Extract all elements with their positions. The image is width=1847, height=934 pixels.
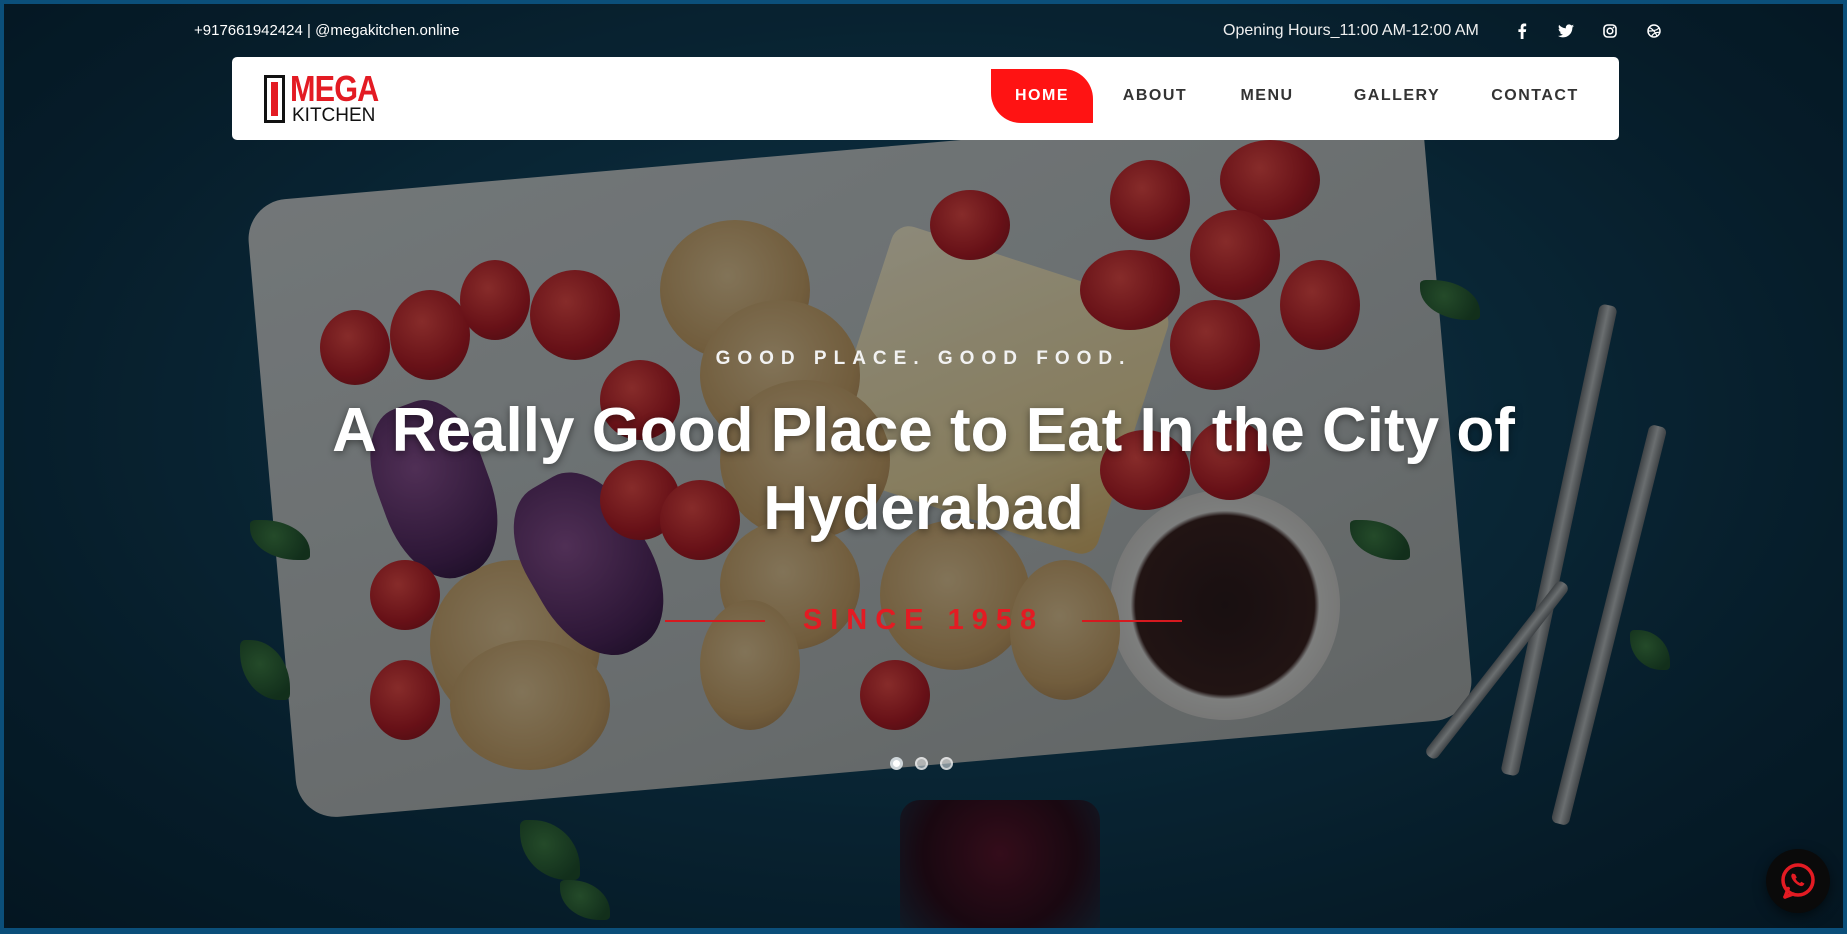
hero-eyebrow: GOOD PLACE. GOOD FOOD. [715, 348, 1132, 369]
slide-dot-3[interactable] [940, 757, 953, 770]
main-navbar: MEGA KITCHEN HOME ABOUT MENU GALLERY CON… [232, 57, 1619, 140]
logo-text-mega: MEGA [290, 68, 379, 109]
logo-mark-icon [264, 75, 285, 123]
nav-home[interactable]: HOME [991, 69, 1093, 123]
dribbble-icon[interactable] [1639, 20, 1669, 42]
nav-contact[interactable]: CONTACT [1475, 69, 1595, 123]
instagram-icon[interactable] [1595, 20, 1625, 42]
slider-pagination [890, 757, 965, 770]
brand-logo[interactable]: MEGA KITCHEN [264, 69, 384, 129]
facebook-icon[interactable] [1507, 20, 1537, 42]
since-divider-left [664, 619, 765, 622]
slide-dot-2[interactable] [915, 757, 928, 770]
top-right-group: Opening Hours_11:00 AM-12:00 AM [1223, 20, 1669, 42]
top-info-bar: +917661942424 | @megakitchen.online Open… [0, 20, 1847, 42]
primary-nav: HOME ABOUT MENU GALLERY CONTACT [991, 69, 1619, 123]
whatsapp-icon [1781, 863, 1815, 899]
twitter-icon[interactable] [1551, 20, 1581, 42]
contact-info: +917661942424 | @megakitchen.online [194, 22, 460, 39]
since-divider-right [1082, 619, 1183, 622]
opening-hours: Opening Hours_11:00 AM-12:00 AM [1223, 22, 1479, 39]
nav-gallery[interactable]: GALLERY [1341, 69, 1453, 123]
nav-about[interactable]: ABOUT [1105, 69, 1205, 123]
logo-text-kitchen: KITCHEN [292, 105, 376, 126]
nav-menu[interactable]: MENU [1217, 69, 1317, 123]
since-tagline: SINCE 1958 [802, 604, 1045, 636]
since-row: SINCE 1958 [0, 604, 1847, 637]
hero-headline: A Really Good Place to Eat In the City o… [332, 396, 1515, 543]
whatsapp-button[interactable] [1766, 849, 1830, 913]
page: +917661942424 | @megakitchen.online Open… [0, 0, 1847, 934]
slide-dot-1[interactable] [890, 757, 903, 770]
